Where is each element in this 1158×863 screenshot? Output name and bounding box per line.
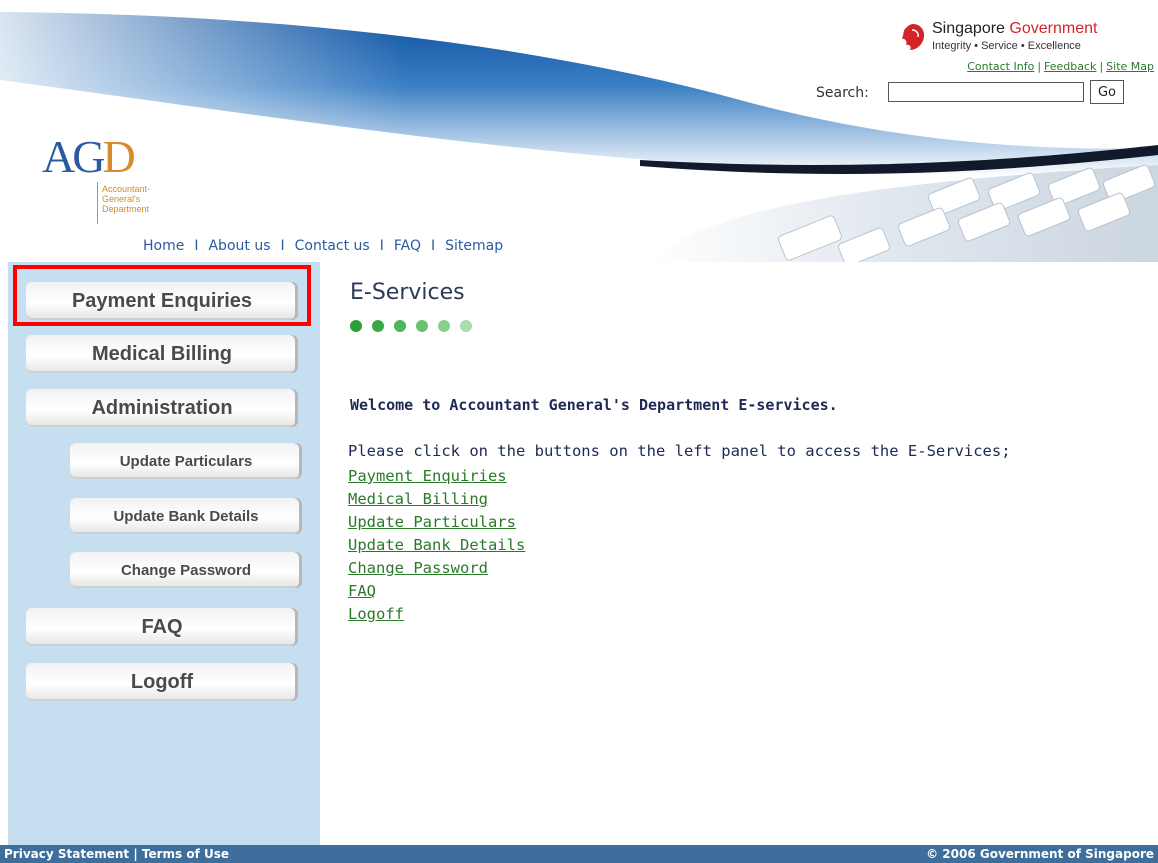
medical-billing-button[interactable]: Medical Billing — [26, 335, 298, 373]
gov-tagline: Integrity • Service • Excellence — [932, 40, 1081, 52]
faq-link[interactable]: FAQ — [348, 580, 525, 603]
title-dot — [394, 320, 406, 332]
singapore-lion-icon — [902, 24, 925, 50]
singapore-government-logo: Singapore Government Integrity • Service… — [900, 18, 1140, 62]
title-dot — [460, 320, 472, 332]
title-dot — [372, 320, 384, 332]
privacy-statement-link[interactable]: Privacy Statement — [4, 847, 129, 861]
utility-links: Contact Info | Feedback | Site Map — [967, 60, 1154, 73]
change-password-button[interactable]: Change Password — [70, 552, 302, 588]
search-input[interactable] — [888, 82, 1084, 102]
search-go-button[interactable]: Go — [1090, 80, 1124, 104]
agd-logo: AGD Accountant- General's Department — [42, 134, 202, 234]
highlight-box — [13, 265, 311, 326]
page-footer: Privacy Statement | Terms of Use © 2006 … — [0, 845, 1158, 863]
nav-faq-link[interactable]: FAQ — [394, 238, 421, 254]
instructions-text: Please click on the buttons on the left … — [348, 442, 1011, 460]
nav-sitemap-link[interactable]: Sitemap — [445, 238, 503, 254]
logoff-link[interactable]: Logoff — [348, 603, 525, 626]
logoff-button[interactable]: Logoff — [26, 663, 298, 701]
title-dot — [350, 320, 362, 332]
copyright-text: © 2006 Government of Singapore — [926, 847, 1154, 861]
nav-about-us-link[interactable]: About us — [208, 238, 270, 254]
terms-of-use-link[interactable]: Terms of Use — [142, 847, 229, 861]
nav-contact-us-link[interactable]: Contact us — [295, 238, 370, 254]
services-link-list: Payment Enquiries Medical Billing Update… — [348, 465, 525, 626]
top-navigation: Home I About us I Contact us I FAQ I Sitemap — [143, 238, 504, 254]
feedback-link[interactable]: Feedback — [1044, 60, 1096, 73]
change-password-link[interactable]: Change Password — [348, 557, 525, 580]
page-title: E-Services — [350, 280, 465, 305]
search-label: Search: — [816, 85, 869, 101]
gov-title: Singapore Government — [932, 20, 1098, 37]
agd-logo-letters: AGD — [42, 131, 136, 182]
agd-logo-subtitle: Accountant- General's Department — [102, 184, 151, 214]
update-bank-details-link[interactable]: Update Bank Details — [348, 534, 525, 557]
administration-button[interactable]: Administration — [26, 389, 298, 427]
title-dot — [416, 320, 428, 332]
update-particulars-button[interactable]: Update Particulars — [70, 443, 302, 479]
faq-button[interactable]: FAQ — [26, 608, 298, 646]
update-particulars-link[interactable]: Update Particulars — [348, 511, 525, 534]
update-bank-details-button[interactable]: Update Bank Details — [70, 498, 302, 534]
left-panel: Payment Enquiries Medical Billing Admini… — [8, 262, 320, 845]
site-map-link[interactable]: Site Map — [1106, 60, 1154, 73]
nav-home-link[interactable]: Home — [143, 238, 184, 254]
welcome-heading: Welcome to Accountant General's Departme… — [350, 396, 838, 414]
medical-billing-link[interactable]: Medical Billing — [348, 488, 525, 511]
title-dots — [350, 317, 482, 336]
page-header: Singapore Government Integrity • Service… — [0, 0, 1158, 262]
contact-info-link[interactable]: Contact Info — [967, 60, 1034, 73]
payment-enquiries-link[interactable]: Payment Enquiries — [348, 465, 525, 488]
title-dot — [438, 320, 450, 332]
